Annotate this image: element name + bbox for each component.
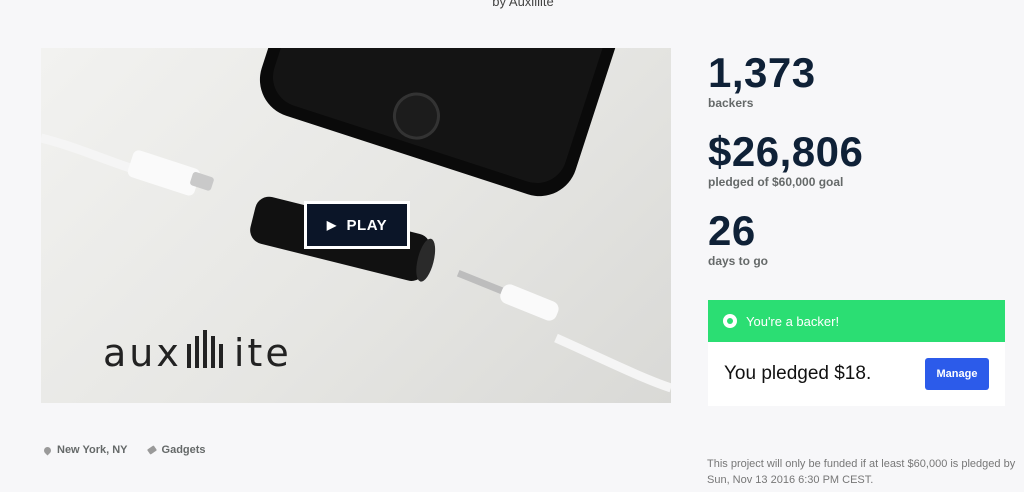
location-label: New York, NY bbox=[57, 444, 128, 456]
days-label: days to go bbox=[708, 254, 769, 268]
play-button-label: PLAY bbox=[346, 216, 388, 234]
pledge-text: You pledged $18. bbox=[724, 363, 872, 384]
project-byline: by Auxillite bbox=[492, 0, 554, 9]
project-meta: New York, NY Gadgets bbox=[42, 444, 206, 456]
logo-text-prefix: aux bbox=[103, 331, 182, 375]
auxillite-logo: aux ite bbox=[103, 330, 292, 376]
backers-count: 1,373 bbox=[708, 49, 816, 96]
manage-button[interactable]: Manage bbox=[925, 358, 989, 390]
pledged-goal-label: pledged of $60,000 goal bbox=[708, 175, 844, 189]
days-stat: 26 days to go bbox=[708, 207, 769, 269]
pledged-amount: $26,806 bbox=[708, 128, 864, 175]
project-video[interactable]: aux ite ▶ PLAY bbox=[41, 48, 671, 403]
play-icon: ▶ bbox=[326, 218, 337, 232]
backer-banner-text: You're a backer! bbox=[746, 313, 840, 329]
backer-banner: You're a backer! bbox=[708, 300, 1005, 342]
logo-text-suffix: ite bbox=[233, 331, 292, 375]
category-link[interactable]: Gadgets bbox=[146, 444, 206, 456]
backers-stat: 1,373 backers bbox=[708, 49, 816, 111]
funding-note: This project will only be funded if at l… bbox=[707, 458, 1016, 486]
soundwave-icon bbox=[186, 330, 223, 368]
backers-label: backers bbox=[708, 96, 754, 110]
play-button[interactable]: ▶ PLAY bbox=[304, 201, 410, 249]
location-pin-icon bbox=[42, 445, 53, 455]
days-count: 26 bbox=[708, 207, 756, 254]
location-link[interactable]: New York, NY bbox=[42, 444, 128, 456]
tag-icon bbox=[146, 445, 157, 455]
category-label: Gadgets bbox=[161, 444, 206, 456]
gear-icon bbox=[723, 314, 737, 328]
pledge-box: You pledged $18. Manage bbox=[708, 342, 1005, 406]
pledged-stat: $26,806 pledged of $60,000 goal bbox=[708, 128, 864, 190]
